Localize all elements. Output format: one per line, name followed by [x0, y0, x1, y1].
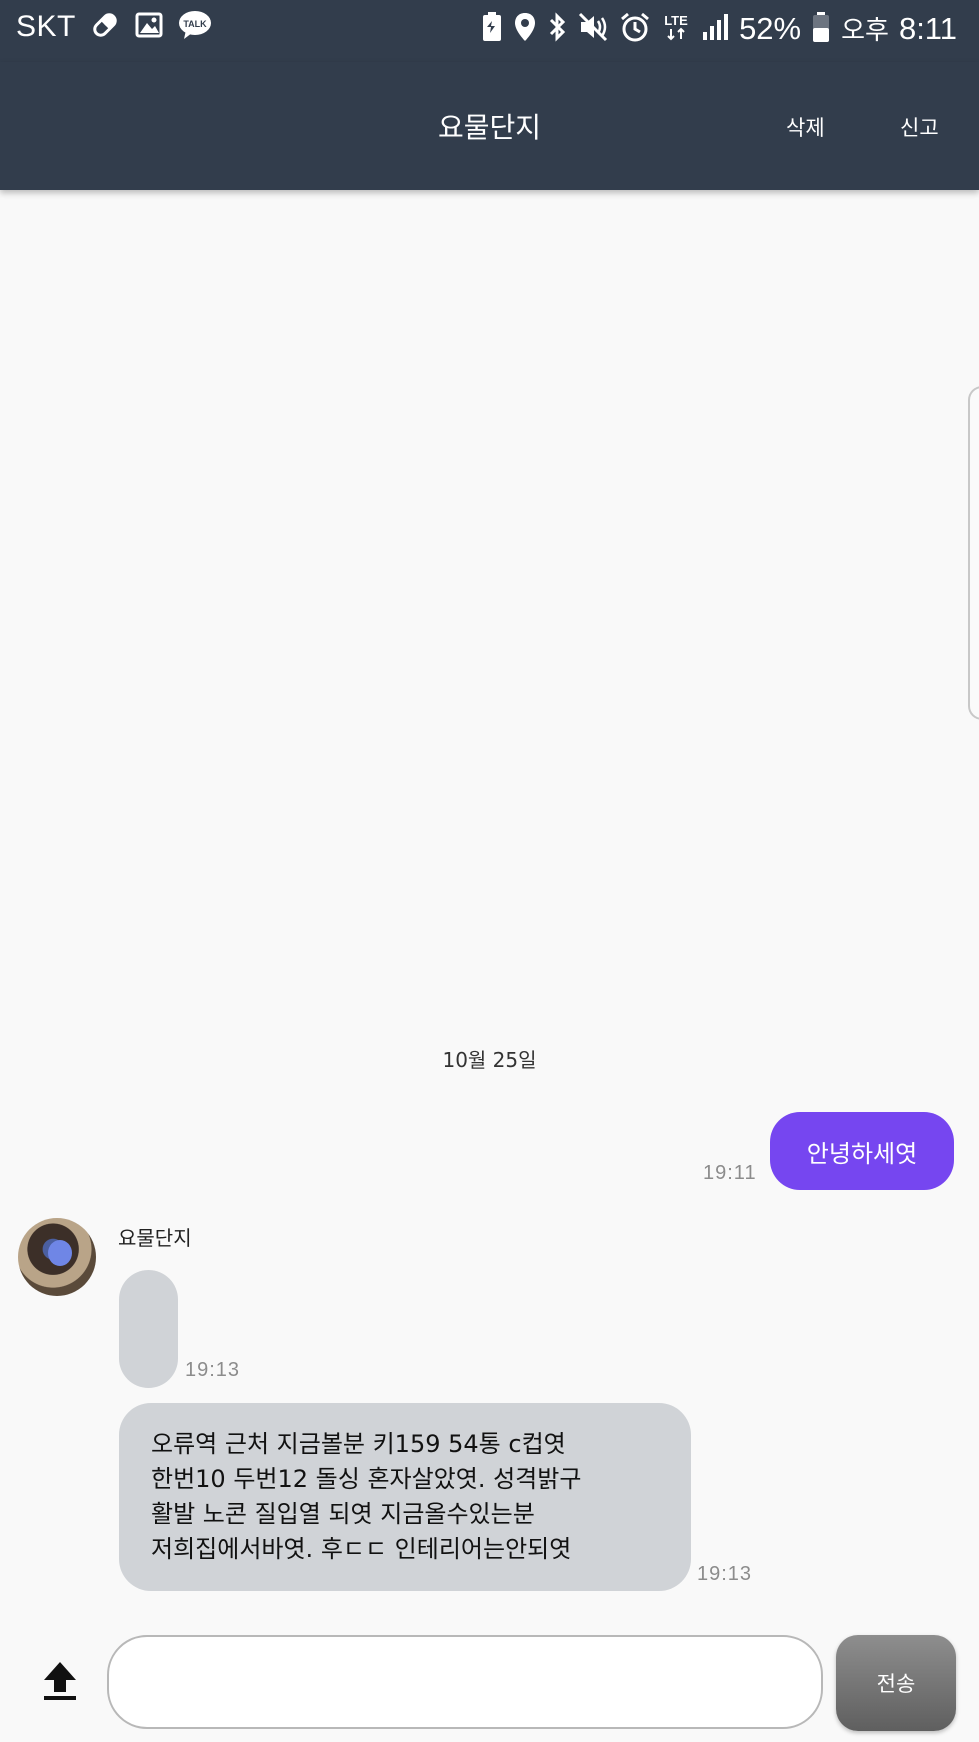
incoming-message-time: 19:13 [697, 1563, 753, 1585]
delete-button[interactable]: 삭제 [786, 112, 825, 142]
incoming-message-line: 한번10 두번12 돌싱 혼자살았엿. 성격밝구 [151, 1465, 582, 1493]
clock-time: 8:11 [898, 10, 957, 46]
outgoing-message-time: 19:11 [703, 1162, 757, 1184]
sender-avatar[interactable] [18, 1218, 96, 1296]
incoming-message-line: 오류역 근처 지금볼분 키159 54통 c컵엿 [151, 1430, 566, 1458]
upload-button[interactable] [40, 1658, 80, 1702]
incoming-empty-bubble[interactable] [119, 1270, 178, 1388]
bluetooth-icon [547, 11, 567, 47]
clock-ampm: 오후 [841, 15, 889, 45]
upload-icon [40, 1662, 80, 1706]
incoming-message-bubble[interactable]: 오류역 근처 지금볼분 키159 54통 c컵엿 한번10 두번12 돌싱 혼자… [119, 1403, 691, 1591]
status-bar: SKT TALK LTE 52% 오후 8:11 [0, 0, 979, 62]
mute-vibrate-icon [577, 11, 609, 47]
app-bar: 요물단지 삭제 신고 [0, 62, 979, 190]
outgoing-message-bubble[interactable]: 안녕하세엿 [770, 1112, 954, 1190]
signal-icon [701, 12, 729, 46]
chat-title: 요물단지 [437, 111, 542, 144]
kakaotalk-icon: TALK [178, 10, 212, 44]
date-separator: 10월 25일 [442, 1048, 537, 1072]
report-button[interactable]: 신고 [900, 112, 939, 142]
svg-text:TALK: TALK [183, 19, 207, 29]
lte-icon: LTE [661, 11, 691, 47]
send-button[interactable]: 전송 [836, 1635, 956, 1731]
incoming-empty-time: 19:13 [185, 1359, 241, 1381]
message-input[interactable] [107, 1635, 823, 1729]
edge-panel-handle[interactable] [968, 386, 979, 720]
sender-name: 요물단지 [118, 1226, 192, 1250]
svg-text:LTE: LTE [664, 13, 688, 28]
incoming-message-line: 저희집에서바엿. 후ㄷㄷ 인테리어는안되엿 [151, 1535, 572, 1563]
alarm-icon [619, 11, 651, 47]
carrier-label: SKT [16, 10, 76, 43]
battery-saver-icon [481, 11, 503, 47]
image-icon [134, 10, 164, 44]
location-icon [513, 11, 537, 47]
incoming-message-line: 활발 노콘 질입열 되엿 지금올수있는분 [151, 1500, 535, 1528]
battery-percent: 52% [739, 10, 802, 46]
outgoing-message-text: 안녕하세엿 [806, 1139, 918, 1168]
pill-icon [90, 10, 120, 44]
battery-icon [811, 11, 831, 47]
